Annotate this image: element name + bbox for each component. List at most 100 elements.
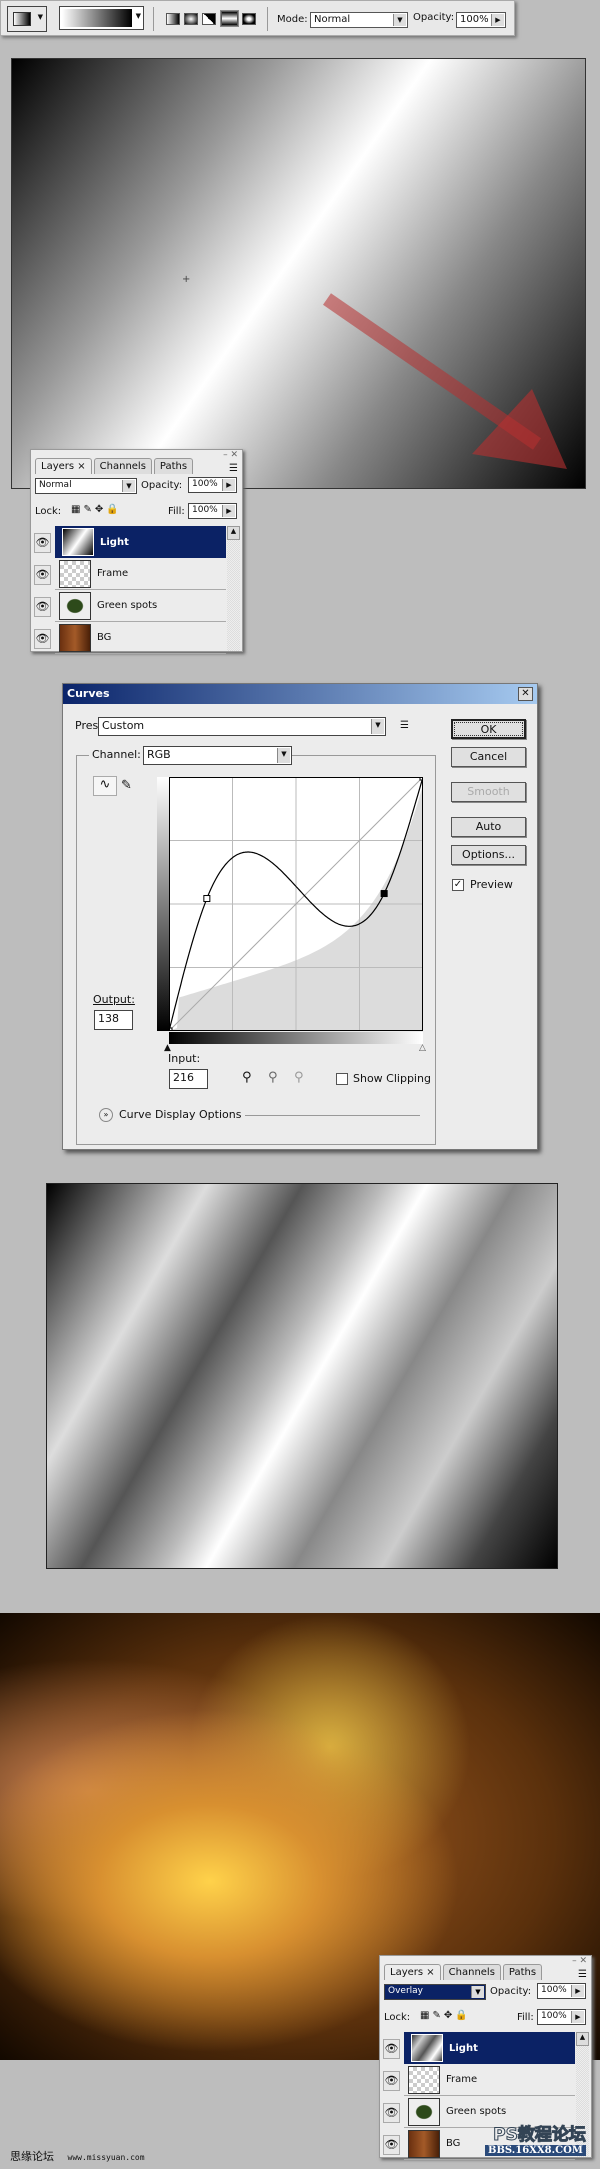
output-gradient-bar xyxy=(157,777,169,1031)
lock-icons[interactable]: ▦✎✥🔒 xyxy=(71,504,122,515)
visibility-eye-icon[interactable]: 👁 xyxy=(383,2039,400,2059)
chevron-down-icon: ▼ xyxy=(471,1986,484,1998)
visibility-eye-icon[interactable]: 👁 xyxy=(34,565,51,585)
preset-select[interactable]: Custom ▼ xyxy=(98,717,386,736)
visibility-eye-icon[interactable]: 👁 xyxy=(383,2071,400,2091)
white-point-slider[interactable]: △ xyxy=(419,1043,426,1053)
footer-url[interactable]: www.missyuan.com xyxy=(68,2153,145,2162)
opacity-value: 100% xyxy=(541,1985,567,1995)
mode-value: Normal xyxy=(314,14,351,25)
preset-options-icon[interactable]: ☰ xyxy=(400,720,409,731)
output-label: Output: xyxy=(93,993,135,1006)
opacity-value: 100% xyxy=(460,14,489,25)
ok-button[interactable]: OK xyxy=(451,719,526,739)
layer-row-frame[interactable]: Frame xyxy=(55,558,226,590)
arrow-right-icon[interactable]: ▶ xyxy=(571,1985,584,1997)
visibility-eye-icon[interactable]: 👁 xyxy=(34,533,51,553)
gradient-tool-preset[interactable]: ▼ xyxy=(7,6,47,32)
pencil-tool-icon[interactable]: ✎ xyxy=(121,778,132,793)
fill-field[interactable]: 100% ▶ xyxy=(537,2009,586,2025)
tab-channels[interactable]: Channels xyxy=(442,1964,501,1980)
curve-control-point xyxy=(380,890,388,898)
lock-icons[interactable]: ▦✎✥🔒 xyxy=(420,2010,471,2021)
tab-paths[interactable]: Paths xyxy=(153,458,194,474)
curves-graph[interactable] xyxy=(169,777,423,1031)
tab-channels[interactable]: Channels xyxy=(93,458,152,474)
output-field[interactable]: 138 xyxy=(94,1010,133,1030)
input-field[interactable]: 216 xyxy=(169,1069,208,1089)
footer-site-name: 思缘论坛 xyxy=(10,2150,54,2163)
canvas-curves-result[interactable] xyxy=(46,1183,558,1569)
visibility-eye-icon[interactable]: 👁 xyxy=(34,629,51,649)
smooth-button[interactable]: Smooth xyxy=(451,782,526,802)
expand-chevron-icon[interactable]: » xyxy=(99,1108,113,1122)
input-gradient-bar xyxy=(169,1032,423,1044)
layer-opacity-field[interactable]: 100% ▶ xyxy=(188,477,237,493)
layer-row-frame[interactable]: Frame xyxy=(404,2064,575,2096)
tab-paths[interactable]: Paths xyxy=(502,1964,543,1980)
chevron-down-icon: ▼ xyxy=(393,14,406,26)
scroll-up-icon[interactable]: ▲ xyxy=(227,526,240,540)
reflected-gradient-button[interactable] xyxy=(220,10,239,27)
layers-panel: – ✕ Layers × Channels Paths ☰ Normal ▼ Op… xyxy=(30,449,243,654)
lock-label: Lock: xyxy=(35,506,62,517)
black-eyedropper-icon[interactable]: ⚲ xyxy=(242,1070,252,1085)
cancel-button[interactable]: Cancel xyxy=(451,747,526,767)
blend-mode-select[interactable]: Normal ▼ xyxy=(35,478,137,494)
close-panel-icon[interactable]: – ✕ xyxy=(223,450,238,460)
preview-label: Preview xyxy=(470,878,513,891)
gray-eyedropper-icon[interactable]: ⚲ xyxy=(268,1070,278,1085)
lock-label: Lock: xyxy=(384,2012,411,2023)
gradient-picker[interactable]: ▼ xyxy=(59,6,144,30)
tab-layers[interactable]: Layers × xyxy=(35,458,92,474)
opacity-field[interactable]: 100% ▶ xyxy=(456,12,506,28)
white-eyedropper-icon[interactable]: ⚲ xyxy=(294,1070,304,1085)
scroll-up-icon[interactable]: ▲ xyxy=(576,2032,589,2046)
auto-button[interactable]: Auto xyxy=(451,817,526,837)
close-panel-icon[interactable]: – ✕ xyxy=(572,1956,587,1966)
arrow-right-icon[interactable]: ▶ xyxy=(222,505,235,517)
blend-mode-select[interactable]: Overlay ▼ xyxy=(384,1984,486,2000)
chevron-down-icon: ▼ xyxy=(135,12,141,20)
fill-label: Fill: xyxy=(168,506,185,517)
layer-thumbnail xyxy=(408,2129,440,2158)
visibility-eye-icon[interactable]: 👁 xyxy=(34,597,51,617)
close-icon[interactable]: ✕ xyxy=(518,687,533,701)
curve-display-options-label[interactable]: Curve Display Options xyxy=(119,1108,241,1121)
footer: 思缘论坛 www.missyuan.com xyxy=(10,2148,145,2164)
linear-gradient-button[interactable] xyxy=(166,13,180,25)
canvas-gradient-drawing[interactable]: + xyxy=(11,58,586,489)
fill-field[interactable]: 100% ▶ xyxy=(188,503,237,519)
angle-gradient-button[interactable] xyxy=(202,13,216,25)
channel-select[interactable]: RGB ▼ xyxy=(143,746,292,765)
gradient-options-bar: ▼ ▼ Mode: Normal ▼ Opacity: 100% ▶ xyxy=(0,0,515,36)
watermark-line1: PS教程论坛 xyxy=(493,2125,587,2146)
arrow-right-icon[interactable]: ▶ xyxy=(222,479,235,491)
diamond-gradient-button[interactable] xyxy=(242,13,256,25)
layers-scrollbar[interactable]: ▲ xyxy=(227,526,240,651)
channel-label: Channel: xyxy=(89,748,144,761)
opacity-value: 100% xyxy=(192,479,218,489)
panel-menu-icon[interactable]: ☰ xyxy=(578,1969,587,1980)
tab-layers[interactable]: Layers × xyxy=(384,1964,441,1980)
layer-row-light[interactable]: Light xyxy=(404,2032,575,2064)
panel-menu-icon[interactable]: ☰ xyxy=(229,463,238,474)
visibility-eye-icon[interactable]: 👁 xyxy=(383,2103,400,2123)
layer-thumbnail xyxy=(411,2034,443,2062)
visibility-eye-icon[interactable]: 👁 xyxy=(383,2135,400,2155)
opacity-label: Opacity: xyxy=(141,480,183,491)
mode-label: Mode: xyxy=(277,14,308,25)
radial-gradient-button[interactable] xyxy=(184,13,198,25)
layer-row-green-spots[interactable]: Green spots xyxy=(55,590,226,622)
arrow-right-icon[interactable]: ▶ xyxy=(491,14,504,26)
opacity-label: Opacity: xyxy=(490,1986,532,1997)
layer-opacity-field[interactable]: 100% ▶ xyxy=(537,1983,586,1999)
layer-row-bg[interactable]: BG xyxy=(55,622,226,654)
options-button[interactable]: Options... xyxy=(451,845,526,865)
show-clipping-checkbox[interactable] xyxy=(336,1073,348,1085)
curve-point-tool-icon[interactable]: ∿ xyxy=(93,776,117,796)
preview-checkbox[interactable]: ✓ xyxy=(452,879,464,891)
mode-select[interactable]: Normal ▼ xyxy=(310,12,408,28)
layer-row-light[interactable]: Light xyxy=(55,526,226,558)
arrow-right-icon[interactable]: ▶ xyxy=(571,2011,584,2023)
